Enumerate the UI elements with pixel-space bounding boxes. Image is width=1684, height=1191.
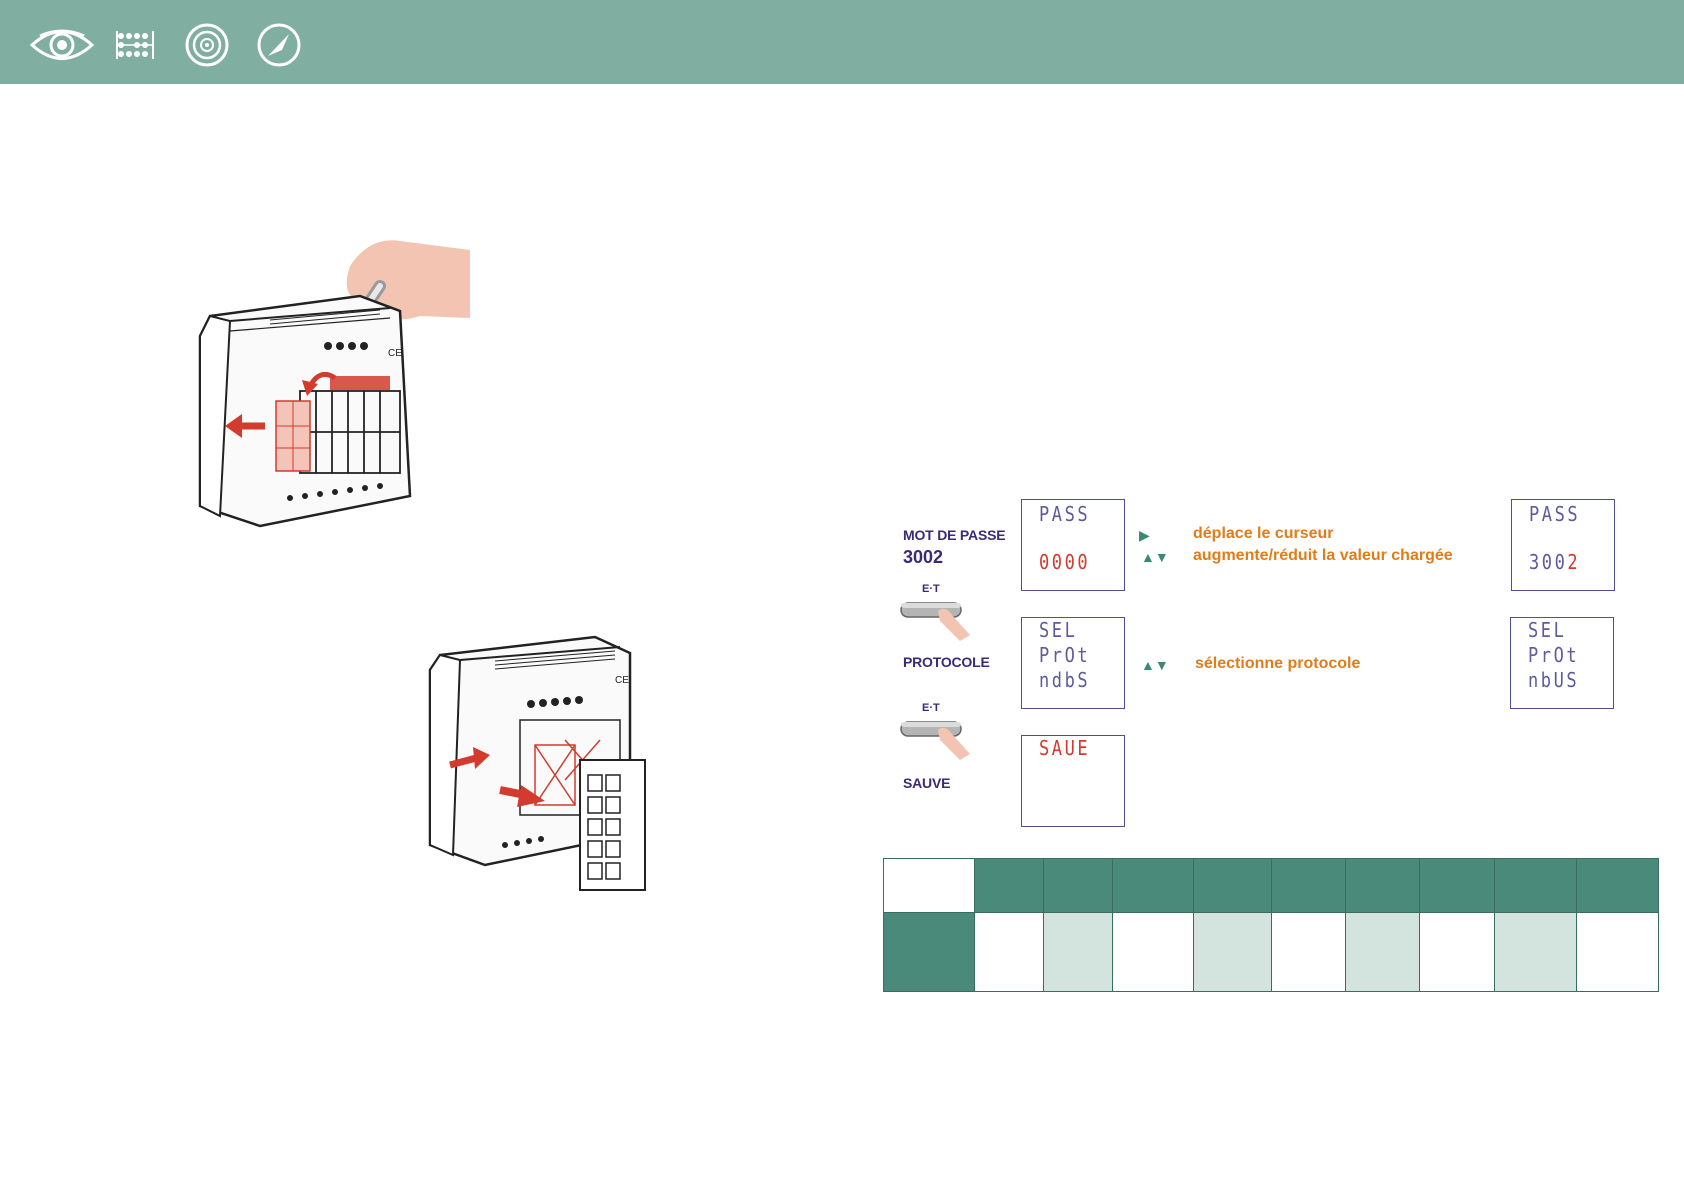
et-button-press-1[interactable]: E·T xyxy=(900,583,980,641)
table-cell xyxy=(1043,912,1113,992)
lcd-line-3: nbUS xyxy=(1528,668,1580,692)
table-cell xyxy=(1345,912,1420,992)
table-cell xyxy=(1112,912,1194,992)
lcd-line-1: PASS xyxy=(1039,502,1091,526)
hint-increase-decrease: augmente/réduit la valeur chargée xyxy=(1193,547,1453,564)
table-header-row xyxy=(883,858,1659,913)
password-value: 3002 xyxy=(903,547,944,567)
lcd-save: SAUE xyxy=(1021,735,1125,827)
table-corner-cell xyxy=(883,858,975,913)
hint-move-cursor: déplace le curseur xyxy=(1193,525,1334,542)
lcd-password-before: PASS 0000 xyxy=(1021,499,1125,591)
password-label: MOT DE PASSE xyxy=(903,527,1006,543)
et-button-press-2[interactable]: E·T xyxy=(900,702,980,760)
table-cell xyxy=(1419,912,1495,992)
table-row-header-cell xyxy=(883,912,975,992)
table-header-cell xyxy=(1043,858,1113,913)
hint-select-protocol: sélectionne protocole xyxy=(1195,655,1361,672)
compass-icon[interactable] xyxy=(256,22,302,78)
protocol-label: PROTOCOLE xyxy=(903,654,990,670)
module-insertion-illustration: CE xyxy=(428,635,646,891)
lcd-line-1: PASS xyxy=(1529,502,1581,526)
eye-icon[interactable] xyxy=(30,22,94,78)
lcd-line-2: 0000 xyxy=(1039,550,1091,574)
table-cell xyxy=(1193,912,1272,992)
save-label: SAUVE xyxy=(903,775,951,791)
table-header-cell xyxy=(1193,858,1272,913)
svg-text:CE: CE xyxy=(615,675,629,686)
table-cell xyxy=(1271,912,1346,992)
finger-press-icon xyxy=(900,602,970,641)
table-header-cell xyxy=(1494,858,1577,913)
protocol-grid-table xyxy=(883,858,1659,992)
lcd-line-3: ndbS xyxy=(1039,668,1091,692)
svg-text:CE: CE xyxy=(388,348,402,359)
matrix-dots-icon[interactable] xyxy=(115,22,159,78)
table-header-cell xyxy=(1271,858,1346,913)
header-bar xyxy=(0,0,1684,84)
table-cell xyxy=(1576,912,1659,992)
table-cell xyxy=(1494,912,1577,992)
table-header-cell xyxy=(1112,858,1194,913)
finger-press-icon xyxy=(900,721,970,760)
arrow-up-down-icon: ▲▼ xyxy=(1141,549,1169,565)
lcd-digits: 300 xyxy=(1529,550,1568,574)
table-header-cell xyxy=(1419,858,1495,913)
device-removal-illustration: CE xyxy=(198,240,470,528)
arrow-right-icon: ▶ xyxy=(1139,527,1150,543)
lcd-line-1: SAUE xyxy=(1039,736,1091,760)
lcd-line-2: 3002 xyxy=(1512,550,1599,574)
lcd-protocol-before: SEL PrOt ndbS xyxy=(1021,617,1125,709)
arrow-up-down-icon: ▲▼ xyxy=(1141,657,1169,673)
lcd-line-2: PrOt xyxy=(1039,643,1091,667)
lcd-protocol-after: SEL PrOt nbUS xyxy=(1510,617,1614,709)
table-row xyxy=(883,912,1659,992)
table-header-cell xyxy=(974,858,1044,913)
lcd-line-1: SEL xyxy=(1528,618,1567,642)
lcd-password-after: PASS 3002 xyxy=(1511,499,1615,591)
table-cell xyxy=(974,912,1044,992)
lcd-cursor-digit: 2 xyxy=(1567,550,1581,574)
target-icon[interactable] xyxy=(184,22,230,78)
lcd-line-1: SEL xyxy=(1039,618,1078,642)
table-header-cell xyxy=(1345,858,1420,913)
table-header-cell xyxy=(1576,858,1659,913)
lcd-line-2: PrOt xyxy=(1528,643,1580,667)
